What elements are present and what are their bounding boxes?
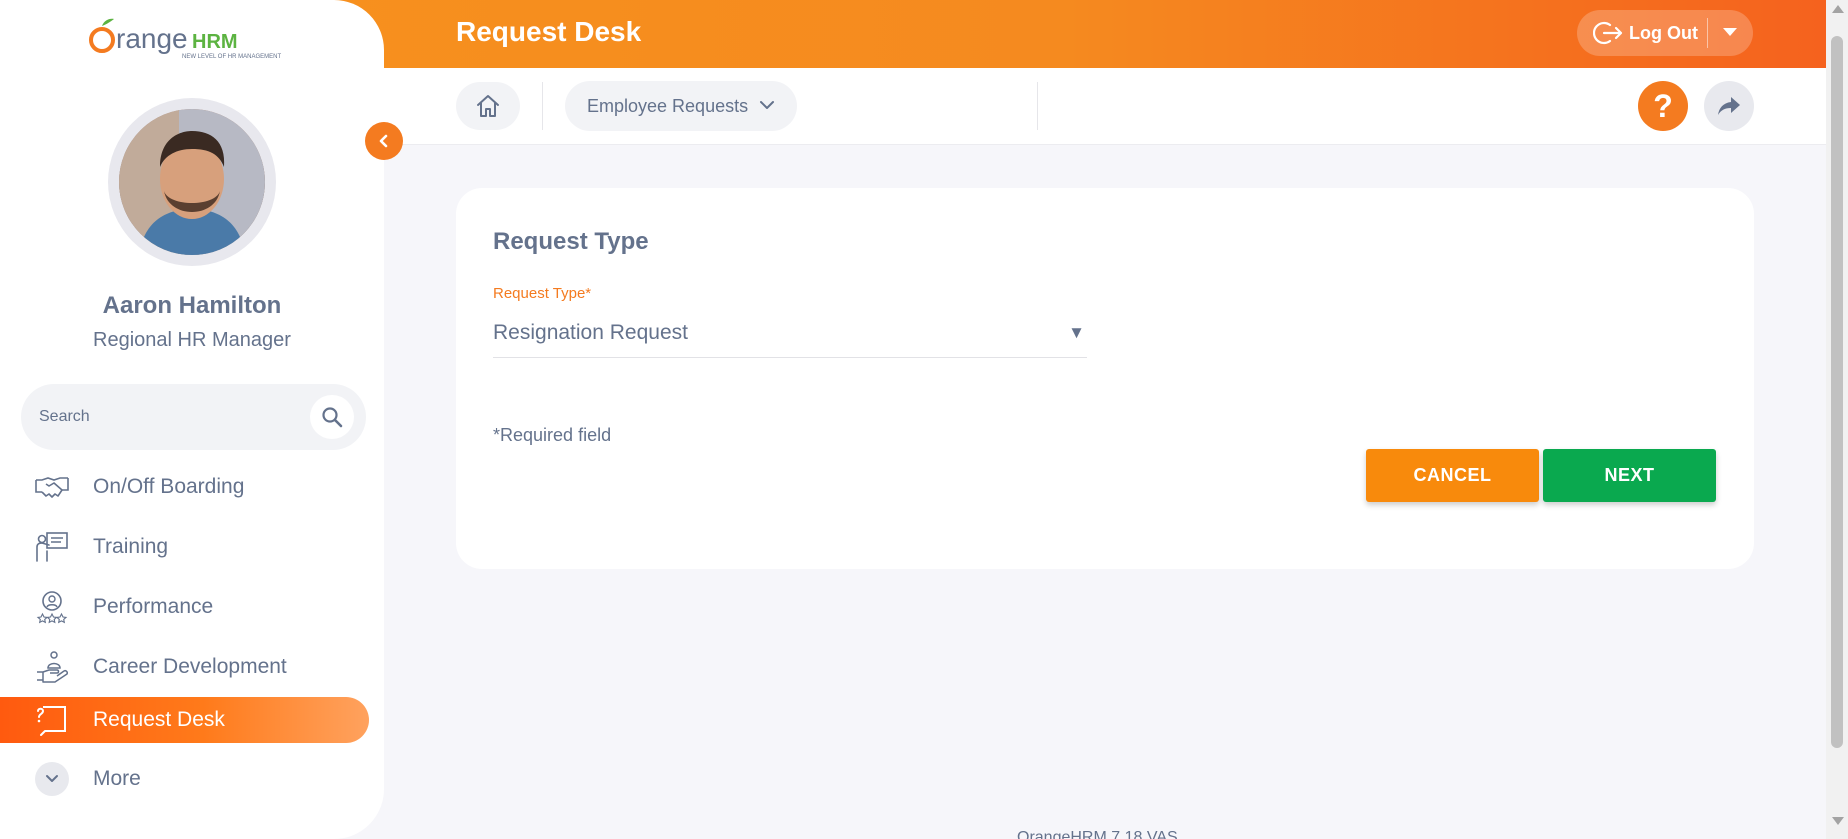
svg-text:NEW LEVEL OF HR MANAGEMENT: NEW LEVEL OF HR MANAGEMENT — [182, 54, 281, 60]
logo-wordmark: range — [116, 23, 188, 54]
avatar-frame — [108, 98, 276, 266]
sidebar-item-training[interactable]: Training — [0, 524, 369, 570]
scroll-down-icon[interactable] — [1832, 817, 1844, 825]
sidebar-item-label: Training — [93, 535, 169, 558]
presentation-icon — [34, 529, 70, 565]
required-note-text: Required field — [500, 425, 612, 445]
sidebar-item-label: On/Off Boarding — [93, 475, 245, 498]
dropdown-caret-icon: ▼ — [1068, 323, 1085, 342]
user-menu-caret-icon[interactable] — [1723, 28, 1737, 36]
more-chevron — [34, 761, 70, 797]
svg-text:HRM: HRM — [192, 31, 238, 53]
sidebar-collapse-button[interactable] — [365, 122, 403, 160]
employee-requests-label: Employee Requests — [587, 96, 749, 116]
home-button[interactable] — [456, 82, 520, 130]
question-mark-icon: ? — [1653, 87, 1673, 124]
logout-button[interactable]: Log Out — [1577, 10, 1753, 56]
scroll-up-icon[interactable] — [1832, 5, 1844, 13]
share-button[interactable] — [1704, 81, 1754, 131]
divider — [1037, 82, 1038, 130]
request-type-select[interactable]: Resignation Request ▼ — [493, 310, 1087, 358]
sidebar-item-career-development[interactable]: Career Development — [0, 644, 369, 690]
search-button[interactable] — [310, 395, 354, 439]
award-icon — [34, 589, 70, 625]
orangehrm-logo: range HRM NEW LEVEL OF HR MANAGEMENT — [88, 14, 298, 60]
form-title: Request Type — [493, 228, 649, 255]
request-type-value: Resignation Request — [493, 321, 688, 344]
help-button[interactable]: ? — [1638, 81, 1688, 131]
search-input[interactable] — [39, 402, 299, 432]
chevron-down-icon — [35, 762, 69, 796]
required-asterisk: * — [585, 285, 592, 302]
logout-label: Log Out — [1629, 23, 1698, 43]
sidebar-item-more[interactable]: More — [0, 756, 369, 802]
sidebar: range HRM NEW LEVEL OF HR MANAGEMENT Aar… — [0, 0, 384, 839]
scrollbar[interactable] — [1826, 0, 1848, 839]
cancel-button[interactable]: CANCEL — [1366, 449, 1539, 502]
employee-requests-menu[interactable]: Employee Requests — [565, 81, 797, 131]
sidebar-item-label: Request Desk — [93, 708, 225, 731]
sidebar-search — [21, 384, 366, 450]
logout-divider — [1707, 18, 1708, 48]
chevron-left-icon — [379, 134, 388, 148]
share-arrow-icon — [1718, 97, 1740, 115]
required-field-note: *Required field — [493, 425, 611, 446]
handshake-icon — [34, 469, 70, 505]
home-icon — [477, 95, 499, 117]
scroll-thumb[interactable] — [1831, 36, 1843, 748]
required-asterisk: * — [493, 425, 501, 445]
hand-person-icon — [34, 649, 70, 685]
search-icon — [322, 407, 343, 428]
request-desk-icon — [34, 702, 70, 738]
chevron-down-icon — [758, 96, 776, 119]
user-name: Aaron Hamilton — [102, 292, 282, 319]
sidebar-item-label: More — [93, 767, 141, 790]
page: Request Desk Log Out Employee Requests ? — [0, 0, 1848, 839]
field-label-text: Request Type — [493, 285, 586, 302]
sidebar-item-on-off-boarding[interactable]: On/Off Boarding — [0, 464, 369, 510]
page-title: Request Desk — [456, 16, 642, 47]
next-button[interactable]: NEXT — [1543, 449, 1716, 502]
user-role: Regional HR Manager — [93, 329, 291, 351]
avatar[interactable] — [119, 109, 265, 255]
request-type-label: Request Type* — [493, 285, 591, 302]
sidebar-item-label: Career Development — [93, 655, 287, 678]
footer-version: OrangeHRM 7.18.VAS — [1017, 829, 1178, 839]
logout-icon — [1592, 21, 1623, 50]
sidebar-item-performance[interactable]: Performance — [0, 584, 369, 630]
request-form-card: Request Type Request Type* Resignation R… — [456, 188, 1754, 569]
divider — [542, 82, 543, 130]
sidebar-item-label: Performance — [93, 595, 214, 618]
sidebar-item-request-desk[interactable]: Request Desk — [0, 697, 369, 743]
